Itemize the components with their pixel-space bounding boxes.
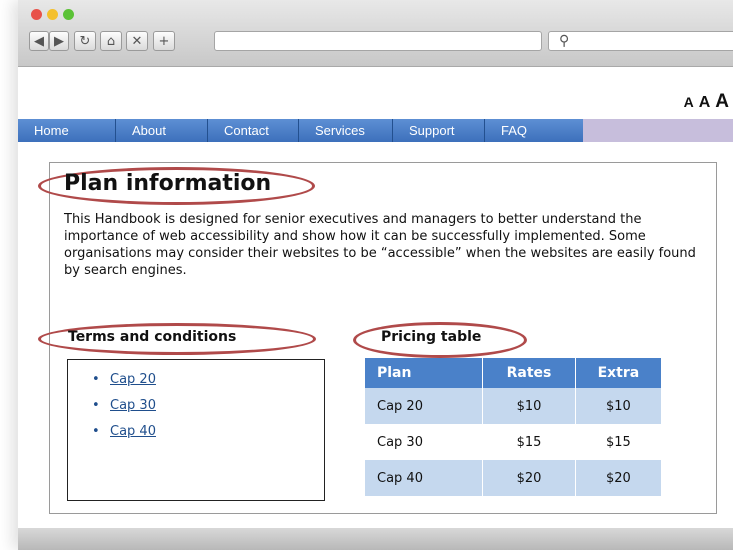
cap-40-link[interactable]: Cap 40 [110, 424, 156, 439]
minimize-window-dot[interactable] [47, 9, 58, 20]
home-icon[interactable]: ⌂ [100, 31, 122, 51]
table-row: Cap 20 $10 $10 [365, 388, 661, 424]
new-tab-icon[interactable]: + [153, 31, 175, 51]
table-cell: $15 [482, 424, 575, 460]
main-navigation: Home About Contact Services Support FAQ [18, 119, 733, 142]
nav-item-support[interactable]: Support [393, 119, 485, 142]
list-item: Cap 20 [92, 372, 324, 387]
terms-link-list: Cap 20 Cap 30 Cap 40 [68, 360, 324, 439]
forward-icon[interactable]: ▶ [49, 31, 69, 51]
column-header-rates: Rates [482, 358, 575, 388]
browser-window: ◀ ▶ ↻ ⌂ ✕ + ⚲ AAA Home About Contact Ser… [18, 0, 733, 550]
reload-icon[interactable]: ↻ [74, 31, 96, 51]
table-header-row: Plan Rates Extra [365, 358, 661, 388]
cap-30-link[interactable]: Cap 30 [110, 398, 156, 413]
intro-paragraph: This Handbook is designed for senior exe… [64, 212, 696, 278]
table-cell: Cap 30 [365, 424, 483, 460]
table-cell: $10 [574, 388, 661, 424]
close-window-dot[interactable] [31, 9, 42, 20]
terms-heading: Terms and conditions [68, 329, 237, 345]
terms-list-box: Cap 20 Cap 30 Cap 40 [67, 359, 325, 501]
nav-item-faq[interactable]: FAQ [485, 119, 583, 142]
table-cell: $15 [574, 424, 661, 460]
cap-20-link[interactable]: Cap 20 [110, 372, 156, 387]
pricing-heading: Pricing table [381, 329, 482, 345]
table-row: Cap 30 $15 $15 [365, 424, 661, 460]
table-cell: Cap 20 [365, 388, 483, 424]
web-page: AAA Home About Contact Services Support … [18, 67, 733, 528]
table-cell: $20 [482, 460, 575, 496]
nav-item-home[interactable]: Home [18, 119, 116, 142]
column-header-plan: Plan [365, 358, 483, 388]
nav-item-contact[interactable]: Contact [208, 119, 299, 142]
back-icon[interactable]: ◀ [29, 31, 49, 51]
pricing-table: Plan Rates Extra Cap 20 $10 $10 Cap 30 $… [365, 358, 661, 496]
nav-item-about[interactable]: About [116, 119, 208, 142]
stop-icon[interactable]: ✕ [126, 31, 148, 51]
table-cell: $20 [574, 460, 661, 496]
list-item: Cap 30 [92, 398, 324, 413]
nav-item-services[interactable]: Services [299, 119, 393, 142]
column-header-extra: Extra [574, 358, 661, 388]
address-bar[interactable] [214, 31, 542, 51]
maximize-window-dot[interactable] [63, 9, 74, 20]
table-row: Cap 40 $20 $20 [365, 460, 661, 496]
search-field[interactable]: ⚲ [548, 31, 733, 51]
text-size-small-button[interactable]: A [684, 94, 694, 110]
search-icon: ⚲ [559, 33, 570, 49]
text-size-medium-button[interactable]: A [699, 94, 711, 111]
table-cell: $10 [482, 388, 575, 424]
browser-chrome: ◀ ▶ ↻ ⌂ ✕ + ⚲ [18, 0, 733, 67]
page-title: Plan information [64, 171, 272, 196]
list-item: Cap 40 [92, 424, 324, 439]
content-panel: Plan information This Handbook is design… [38, 162, 717, 514]
table-cell: Cap 40 [365, 460, 483, 496]
text-size-controls: AAA [679, 91, 729, 113]
browser-status-bar [18, 528, 733, 550]
text-size-large-button[interactable]: A [715, 91, 729, 112]
